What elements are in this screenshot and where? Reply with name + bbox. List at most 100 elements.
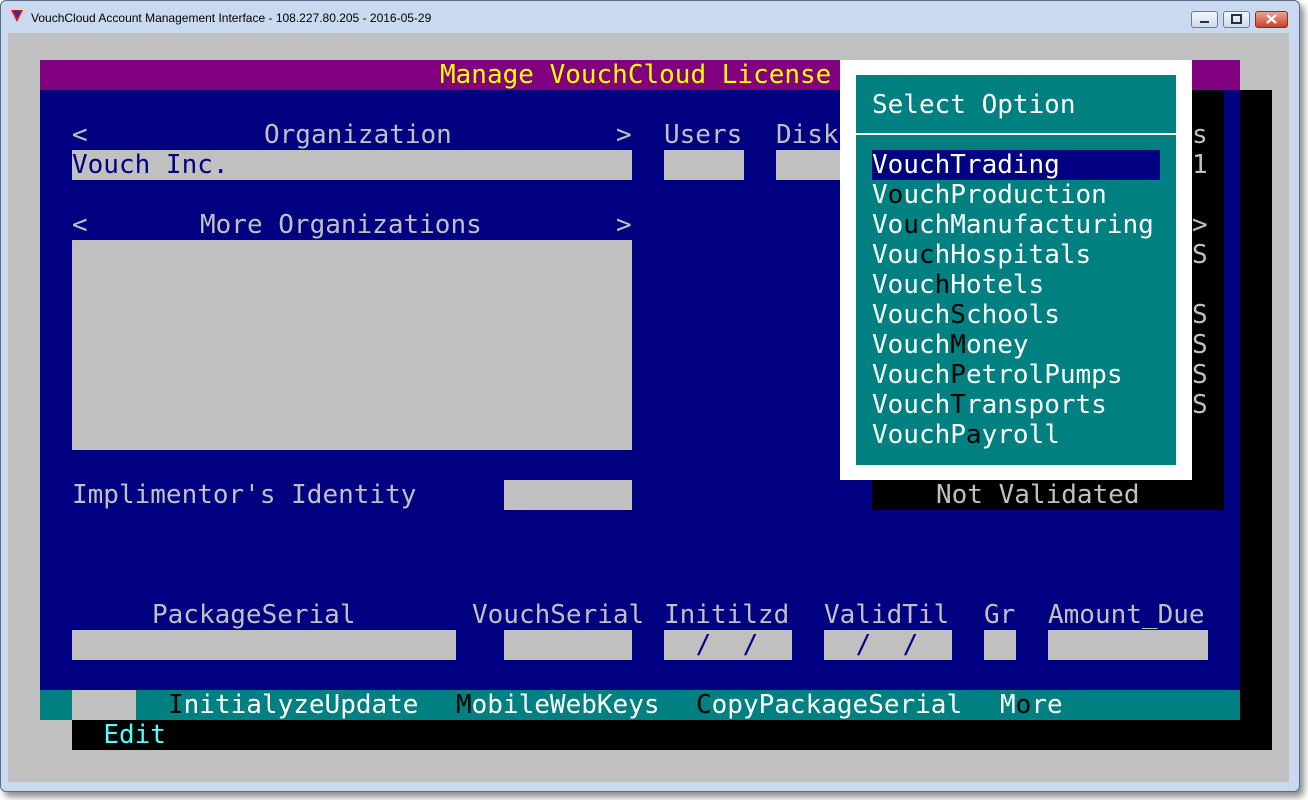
menu-item-label: Edit [103, 720, 166, 750]
org-scroll-left[interactable]: < [72, 120, 88, 150]
menu-item-more[interactable]: More [1000, 690, 1063, 720]
option-label: Vouch [872, 300, 951, 330]
implementor-label: Implimentor's Identity [72, 480, 417, 510]
option-vouch-schools[interactable]: VouchSchools [872, 300, 1060, 330]
menu-item-label: re [1031, 690, 1063, 720]
option-label: Vouch [872, 390, 951, 420]
gr-label: Gr [984, 600, 1016, 630]
right-col-char: 1 [1192, 150, 1208, 180]
option-label: Vouc [872, 270, 935, 300]
menu-item-label: nitialyzeUpdate [183, 690, 419, 720]
valid-till-value: / / [840, 630, 919, 660]
option-label: hHospitals [934, 240, 1092, 270]
option-label: Vou [872, 240, 919, 270]
organization-value: Vouch Inc. [72, 150, 229, 180]
option-hotkey: P [950, 360, 966, 390]
organization-field[interactable]: Vouch Inc. [72, 150, 632, 180]
right-col-char: S [1192, 300, 1208, 330]
option-vouch-hospitals[interactable]: VouchHospitals [872, 240, 1091, 270]
amount-due-label: Amount_Due [1048, 600, 1205, 630]
option-label: ransports [965, 390, 1107, 420]
initialized-field[interactable]: / / [664, 630, 792, 660]
option-hotkey: u [903, 210, 919, 240]
package-serial-value: 2748-5599-3544-6273-5665 [103, 660, 479, 690]
option-vouch-money[interactable]: VouchMoney [872, 330, 1029, 360]
option-hotkey: o [887, 180, 904, 210]
implementor-field[interactable] [504, 480, 632, 510]
option-label: etrolPumps [965, 360, 1123, 390]
users-value: 2 [728, 180, 744, 210]
right-col-char: S [1192, 360, 1208, 390]
option-label: chManufacturing [918, 210, 1154, 240]
gr-field[interactable]: 15 [984, 630, 1047, 690]
title-bar[interactable]: VouchCloud Account Management Interface … [1, 1, 1299, 35]
more-orgs-scroll-left[interactable]: < [72, 210, 88, 240]
initialized-value: / / [680, 630, 759, 660]
organization-label: Organization [264, 120, 452, 150]
screen-title: Manage VouchCloud License [440, 60, 832, 90]
vouch-serial-field[interactable] [504, 630, 632, 660]
amount-due-field[interactable]: 0.00 [1048, 630, 1208, 690]
option-vouch-trading[interactable]: VouchTrading [872, 150, 1160, 180]
package-serial-field[interactable]: 2748-5599-3544-6273-5665 [72, 630, 479, 690]
option-vouch-transports[interactable]: VouchTransports [872, 390, 1107, 420]
menu-item-mobile-web-keys[interactable]: MobileWebKeys [456, 690, 660, 720]
right-col-char[interactable]: > [1192, 210, 1208, 240]
window-title: VouchCloud Account Management Interface … [31, 11, 432, 25]
option-hotkey: a [965, 420, 982, 450]
menu-item-label: opyPackageSerial [711, 690, 963, 720]
menu-hotkey: I [168, 690, 184, 720]
option-label: uchProduction [903, 180, 1107, 210]
more-organizations-list[interactable] [72, 240, 632, 450]
right-col-char: S [1192, 240, 1208, 270]
option-label: V [872, 180, 888, 210]
package-serial-label: PackageSerial [152, 600, 356, 630]
option-label: VouchTrading [872, 150, 1060, 180]
disk-field[interactable]: 1 [776, 150, 846, 210]
close-icon [1266, 14, 1277, 24]
menu-item-edit[interactable]: Edit [72, 690, 166, 750]
option-vouch-manufacturing[interactable]: VouchManufacturing [872, 210, 1154, 240]
menu-hotkey: o [1015, 690, 1032, 720]
vouch-serial-label: VouchSerial [472, 600, 645, 630]
popup-divider [856, 133, 1176, 135]
minimize-icon [1200, 21, 1209, 23]
right-col-char: S [1192, 390, 1208, 420]
validation-status: Not Validated [936, 480, 1140, 510]
more-orgs-scroll-right[interactable]: > [616, 210, 632, 240]
menu-item-copy-package-serial[interactable]: CopyPackageSerial [696, 690, 962, 720]
right-col-char: s [1192, 120, 1208, 150]
gr-value: 15 [1015, 660, 1047, 690]
option-hotkey: T [950, 390, 966, 420]
option-label: chools [965, 300, 1060, 330]
valid-till-field[interactable]: / / [824, 630, 952, 660]
option-label: oney [965, 330, 1029, 360]
close-button[interactable] [1255, 11, 1288, 28]
option-vouch-production[interactable]: VouchProduction [872, 180, 1107, 210]
amount-due-value: 0.00 [1145, 660, 1208, 690]
menu-item-label: M [1000, 690, 1016, 720]
option-label: Hotels [950, 270, 1045, 300]
option-hotkey: S [950, 300, 966, 330]
users-label: Users [664, 120, 743, 150]
right-col-char: S [1192, 330, 1208, 360]
org-scroll-right[interactable]: > [616, 120, 632, 150]
option-vouch-payroll[interactable]: VouchPayroll [872, 420, 1060, 450]
option-hotkey: M [950, 330, 966, 360]
menu-item-initialyze-update[interactable]: InitialyzeUpdate [168, 690, 418, 720]
menu-hotkey: C [696, 690, 712, 720]
option-label: VouchP [872, 420, 966, 450]
option-label: Vouch [872, 330, 951, 360]
option-label: yroll [981, 420, 1060, 450]
valid-till-label: ValidTil [824, 600, 950, 630]
users-field[interactable]: 2 [664, 150, 744, 210]
option-hotkey: c [918, 240, 935, 270]
menu-item-label: obileWebKeys [471, 690, 660, 720]
option-vouch-hotels[interactable]: VouchHotels [872, 270, 1044, 300]
option-vouch-petrol-pumps[interactable]: VouchPetrolPumps [872, 360, 1122, 390]
maximize-button[interactable] [1223, 11, 1250, 28]
option-label: Vouch [872, 360, 951, 390]
maximize-icon [1231, 14, 1242, 24]
minimize-button[interactable] [1191, 11, 1218, 28]
initialized-label: Initilzd [664, 600, 790, 630]
